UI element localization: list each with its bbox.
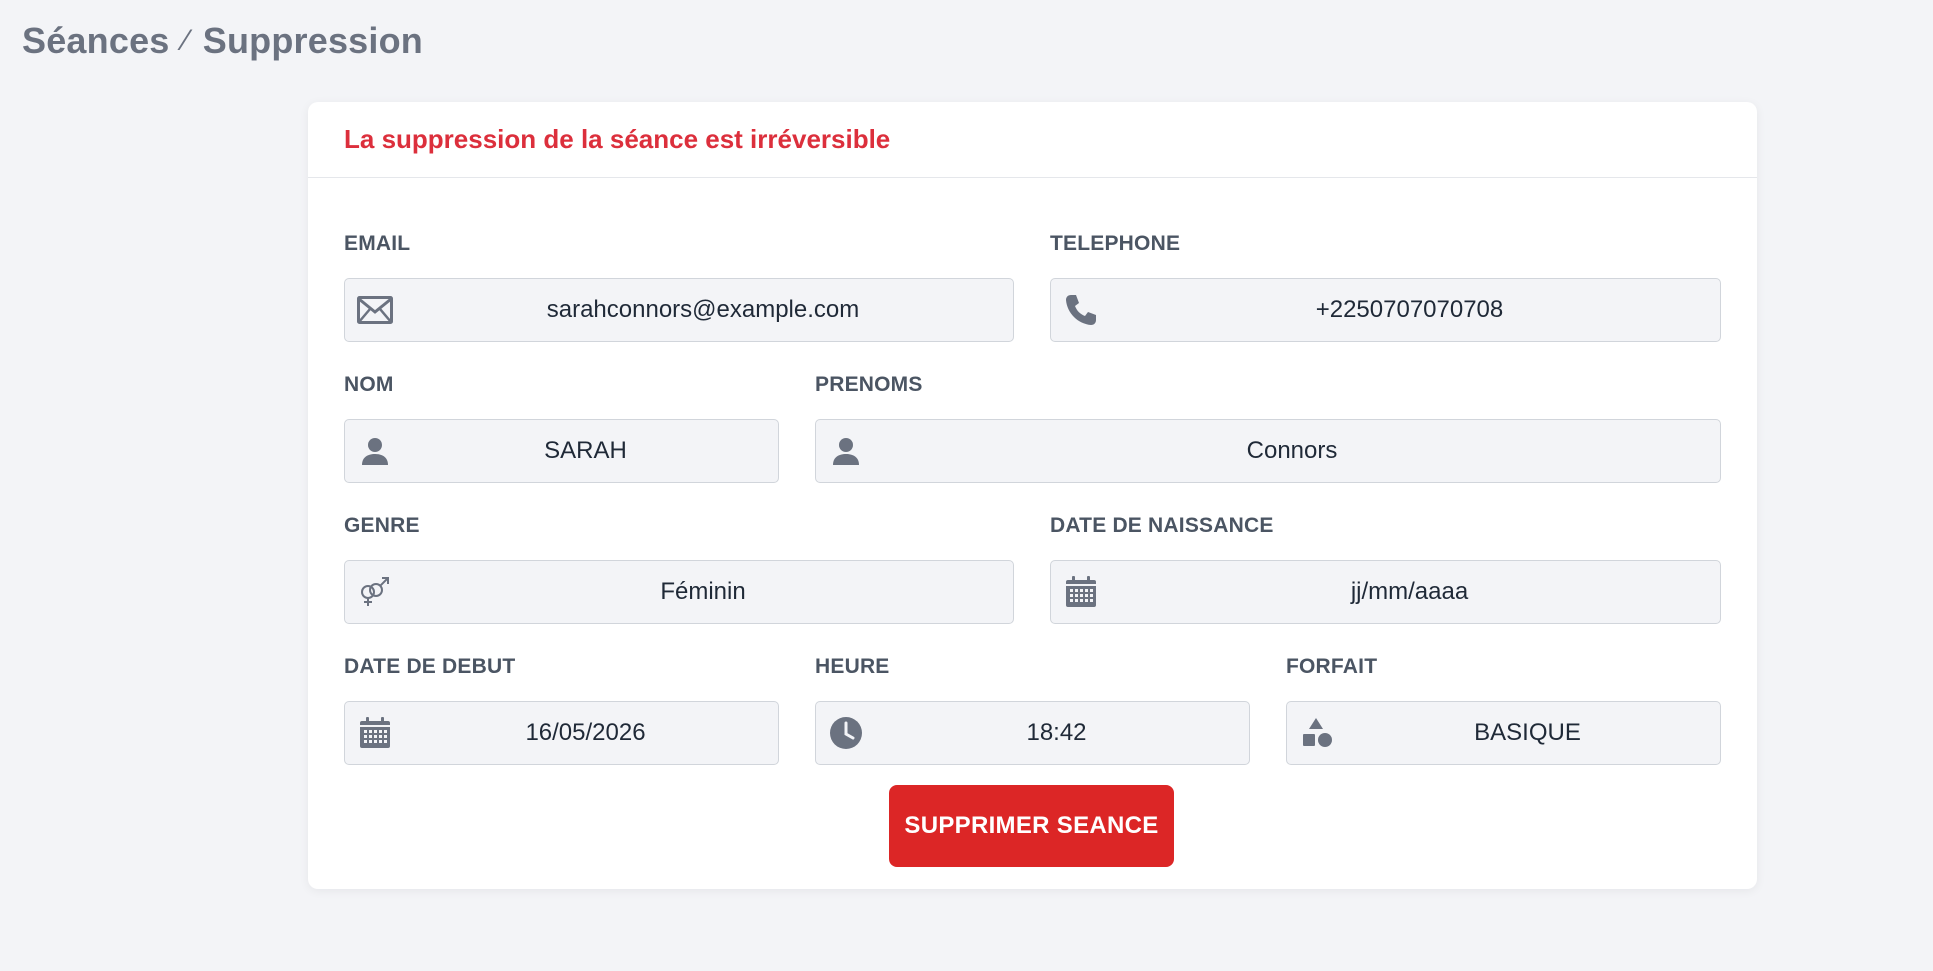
user-icon xyxy=(357,433,393,469)
email-value: sarahconnors@example.com xyxy=(546,296,860,323)
telephone-field-group: TELEPHONE +2250707070708 xyxy=(1050,230,1721,342)
nom-label: NOM xyxy=(344,373,394,396)
breadcrumb-section[interactable]: Séances xyxy=(22,20,170,62)
email-field[interactable]: sarahconnors@example.com xyxy=(344,278,1014,342)
user-icon xyxy=(828,433,864,469)
date-debut-value: 16/05/2026 xyxy=(525,719,646,746)
heure-field[interactable]: 18:42 xyxy=(815,701,1250,765)
date-naissance-field[interactable]: jj/mm/aaaa xyxy=(1050,560,1721,624)
prenoms-label: PRENOMS xyxy=(815,373,923,396)
breadcrumb-current-page: Suppression xyxy=(202,20,423,61)
genre-field[interactable]: Féminin xyxy=(344,560,1014,624)
prenoms-field[interactable]: Connors xyxy=(815,419,1721,483)
date-debut-field[interactable]: 16/05/2026 xyxy=(344,701,779,765)
forfait-value: BASIQUE xyxy=(1474,719,1581,746)
heure-label: HEURE xyxy=(815,655,890,678)
genre-value: Féminin xyxy=(660,578,746,605)
calendar-icon xyxy=(1063,574,1099,610)
genre-label: GENRE xyxy=(344,514,420,537)
forfait-label: FORFAIT xyxy=(1286,655,1378,678)
nom-value: SARAH xyxy=(544,437,627,464)
forfait-field[interactable]: BASIQUE xyxy=(1286,701,1721,765)
clock-icon xyxy=(828,715,864,751)
delete-session-button[interactable]: SUPPRIMER SEANCE xyxy=(889,785,1174,867)
date-debut-label: DATE DE DEBUT xyxy=(344,655,516,678)
delete-session-card: La suppression de la séance est irrévers… xyxy=(308,102,1757,889)
telephone-value: +2250707070708 xyxy=(1315,296,1504,323)
heure-value: 18:42 xyxy=(1026,719,1087,746)
card-header: La suppression de la séance est irrévers… xyxy=(308,102,1757,178)
gender-icon xyxy=(357,574,393,610)
date-debut-field-group: DATE DE DEBUT 16/05/2026 xyxy=(344,653,779,765)
envelope-icon xyxy=(357,292,393,328)
nom-field-group: NOM SARAH xyxy=(344,371,779,483)
shapes-icon xyxy=(1299,715,1335,751)
breadcrumb: Séances ⁄ Suppression xyxy=(22,20,423,62)
telephone-field[interactable]: +2250707070708 xyxy=(1050,278,1721,342)
prenoms-field-group: PRENOMS Connors xyxy=(815,371,1721,483)
prenoms-value: Connors xyxy=(1246,437,1338,464)
warning-title: La suppression de la séance est irrévers… xyxy=(344,124,891,154)
date-naissance-field-group: DATE DE NAISSANCE jj/mm/aaaa xyxy=(1050,512,1721,624)
breadcrumb-separator: ⁄ xyxy=(183,24,189,57)
phone-icon xyxy=(1063,292,1099,328)
date-naissance-value: jj/mm/aaaa xyxy=(1350,578,1469,605)
calendar-icon xyxy=(357,715,393,751)
email-field-group: EMAIL sarahconnors@example.com xyxy=(344,230,1014,342)
nom-field[interactable]: SARAH xyxy=(344,419,779,483)
email-label: EMAIL xyxy=(344,232,411,255)
forfait-field-group: FORFAIT BASIQUE xyxy=(1286,653,1721,765)
telephone-label: TELEPHONE xyxy=(1050,232,1181,255)
genre-field-group: GENRE Féminin xyxy=(344,512,1014,624)
date-naissance-label: DATE DE NAISSANCE xyxy=(1050,514,1274,537)
heure-field-group: HEURE 18:42 xyxy=(815,653,1250,765)
